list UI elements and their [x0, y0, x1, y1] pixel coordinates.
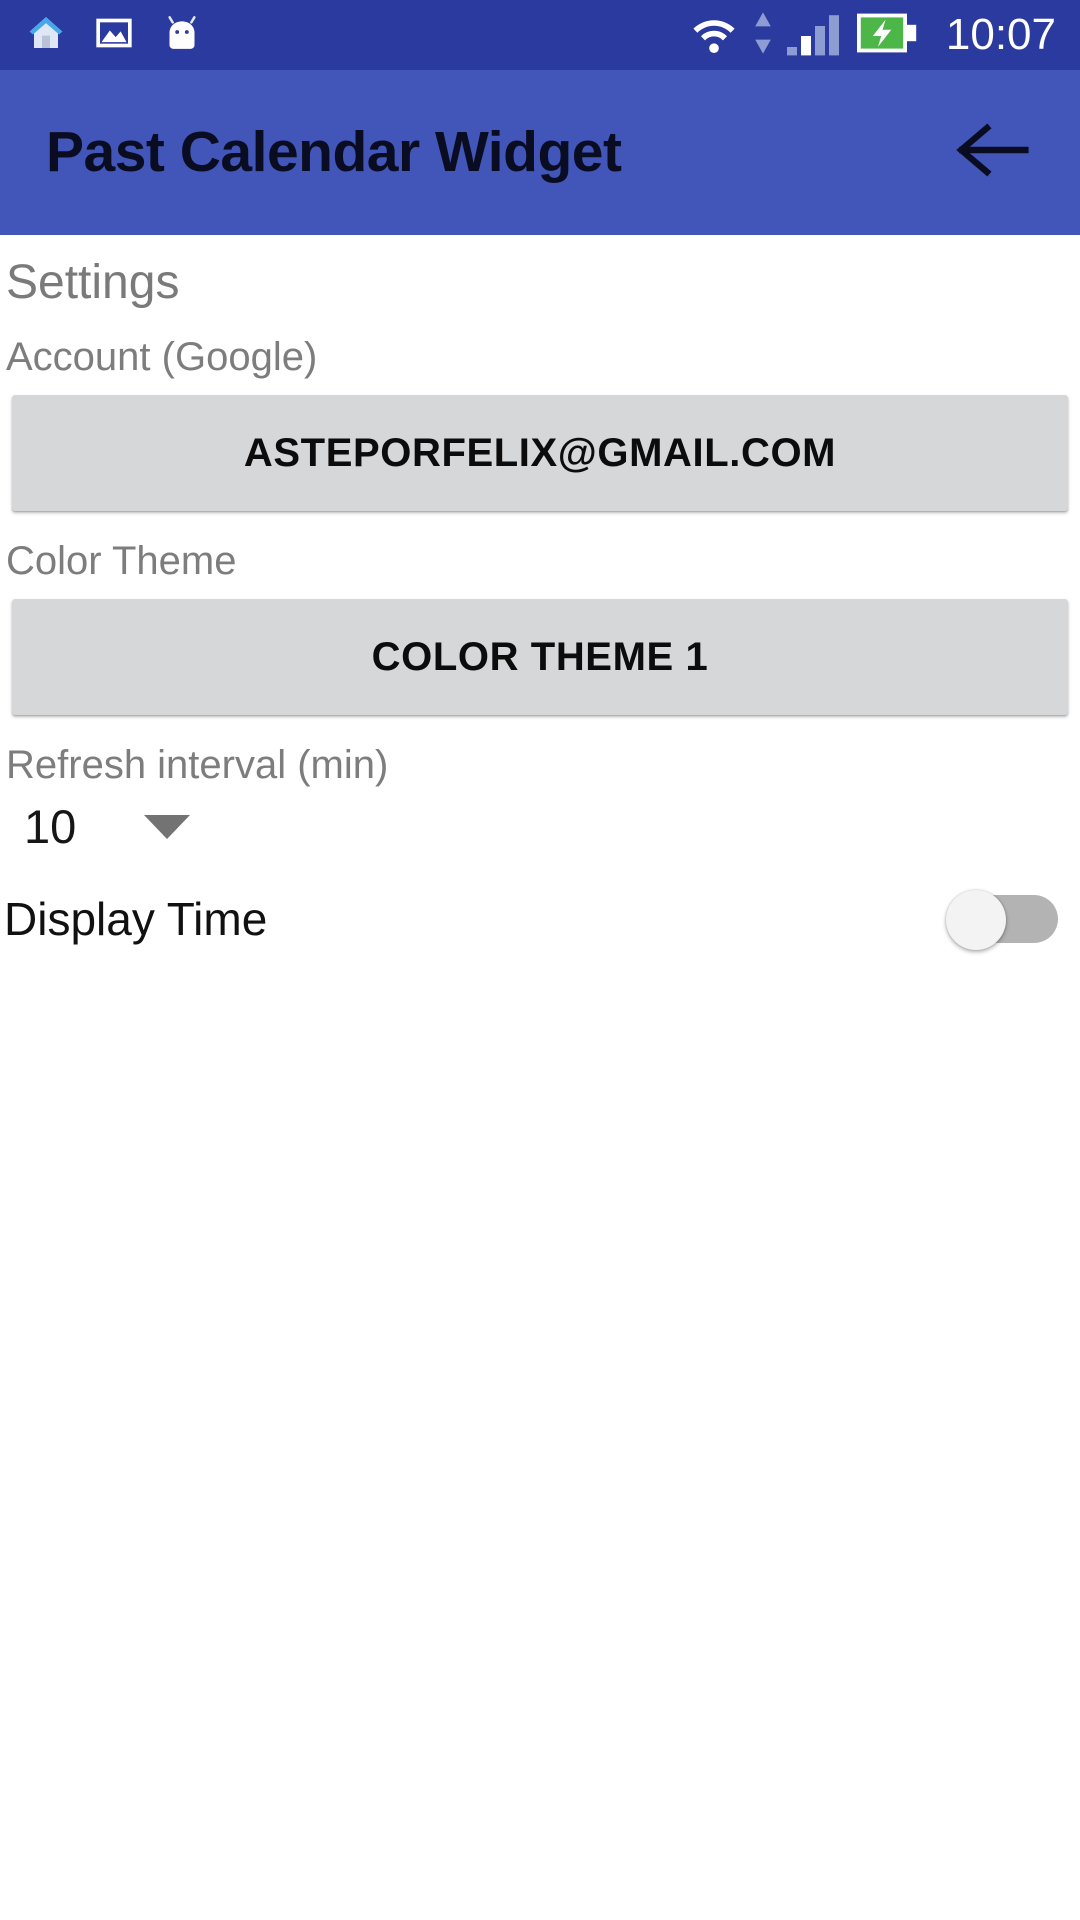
display-time-row: Display Time: [0, 850, 1080, 950]
color-theme-button[interactable]: COLOR THEME 1: [12, 599, 1068, 715]
color-theme-label: Color Theme: [6, 539, 237, 583]
dropdown-caret-icon: [144, 814, 191, 839]
data-up-down-icon: [752, 10, 774, 61]
back-button[interactable]: [946, 105, 1042, 201]
settings-heading: Settings: [6, 256, 180, 309]
android-head-icon: [162, 13, 202, 58]
cellular-signal-icon: [786, 10, 844, 61]
refresh-interval-value: 10: [24, 800, 77, 853]
status-bar: 10:07: [0, 0, 1080, 70]
battery-charging-icon: [856, 12, 918, 59]
account-label: Account (Google): [6, 335, 318, 379]
refresh-interval-spinner[interactable]: 10: [0, 785, 244, 850]
status-bar-clock: 10:07: [945, 10, 1056, 59]
display-time-toggle[interactable]: [946, 890, 1058, 950]
back-arrow-icon: [954, 118, 1034, 187]
app-bar: Past Calendar Widget: [0, 70, 1080, 235]
wifi-icon: [688, 12, 740, 59]
display-time-label: Display Time: [4, 893, 268, 945]
toggle-thumb: [946, 890, 1006, 950]
refresh-interval-label: Refresh interval (min): [6, 743, 389, 787]
status-bar-notification-icons: [26, 13, 202, 58]
page-title: Past Calendar Widget: [46, 120, 622, 184]
status-bar-system-icons: 10:07: [688, 10, 1056, 61]
account-button[interactable]: ASTEPORFELIX@GMAIL.COM: [12, 395, 1068, 511]
phone-screen: 10:07 Past Calendar Widget Settings Acco…: [0, 0, 1080, 1920]
settings-content: Settings Account (Google) ASTEPORFELIX@G…: [0, 235, 1080, 1920]
home-icon: [26, 13, 66, 58]
photo-icon: [94, 13, 134, 58]
